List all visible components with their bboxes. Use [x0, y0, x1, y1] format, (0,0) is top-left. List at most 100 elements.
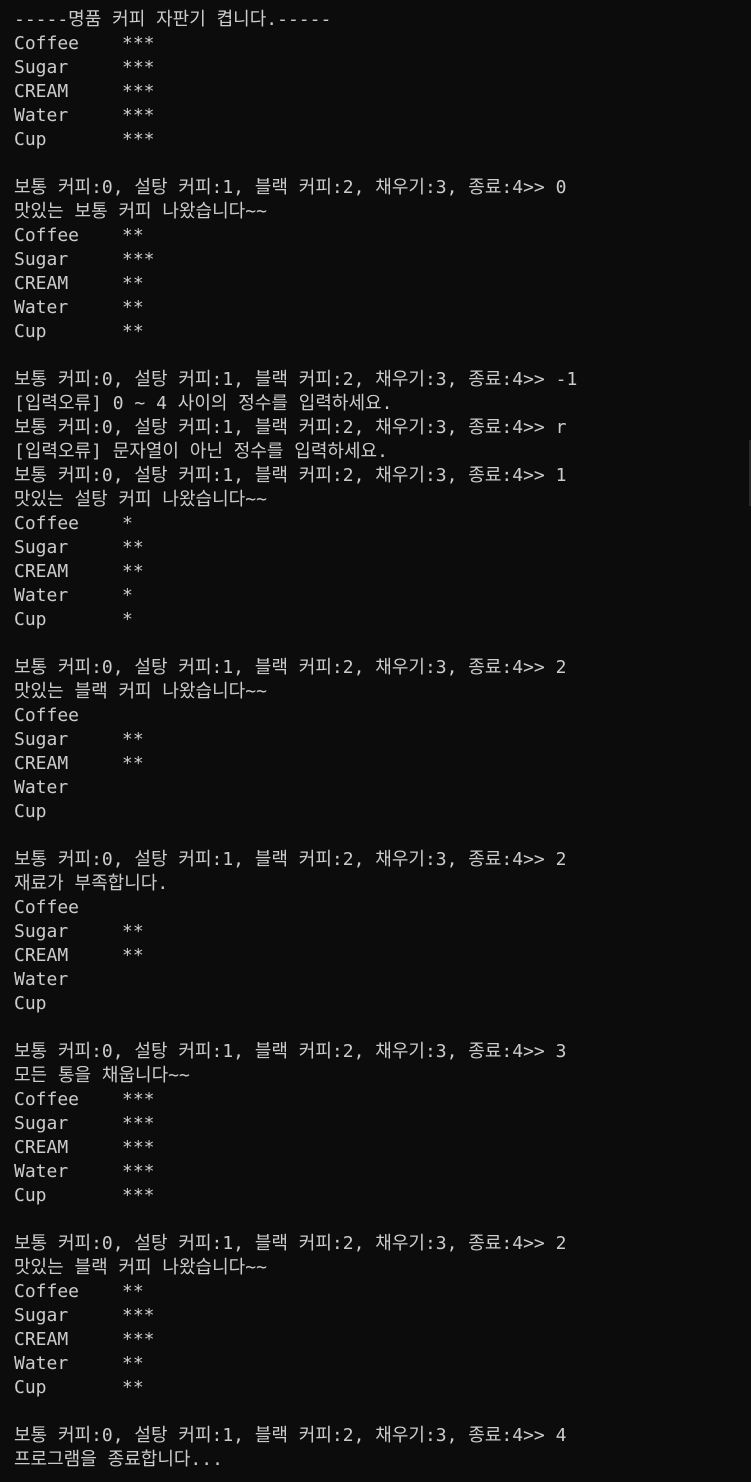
ingredient-name: Coffee	[14, 513, 80, 534]
status-row: CREAM ***	[14, 1328, 751, 1352]
ingredient-name: CREAM	[14, 561, 69, 582]
status-row: Sugar **	[14, 536, 751, 560]
ingredient-name: Cup	[14, 1377, 47, 1398]
console-line: 보통 커피:0, 설탕 커피:1, 블랙 커피:2, 채우기:3, 종료:4>>…	[14, 465, 567, 486]
ingredient-name: Cup	[14, 801, 47, 822]
status-row: Sugar ***	[14, 248, 751, 272]
ingredient-level: **	[122, 225, 144, 246]
ingredient-name: Water	[14, 1353, 69, 1374]
ingredient-level: *	[122, 513, 133, 534]
ingredient-name: CREAM	[14, 273, 69, 294]
status-row: Cup	[14, 992, 751, 1016]
console-line: [입력오류] 0 ~ 4 사이의 정수를 입력하세요.	[14, 393, 393, 414]
console-line: 보통 커피:0, 설탕 커피:1, 블랙 커피:2, 채우기:3, 종료:4>>…	[14, 369, 578, 390]
ingredient-level: ***	[122, 105, 155, 126]
console-line: 모든 통을 채웁니다~~	[14, 1065, 190, 1086]
ingredient-level: ***	[122, 1089, 155, 1110]
console-line: 재료가 부족합니다.	[14, 873, 169, 894]
status-row: Coffee **	[14, 224, 751, 248]
ingredient-name: Water	[14, 297, 69, 318]
console-line: 맛있는 설탕 커피 나왔습니다~~	[14, 489, 267, 510]
status-row: Coffee **	[14, 1280, 751, 1304]
ingredient-name: Coffee	[14, 225, 80, 246]
ingredient-name: Cup	[14, 609, 47, 630]
ingredient-level: **	[122, 945, 144, 966]
ingredient-name: Sugar	[14, 537, 69, 558]
ingredient-level: ***	[122, 57, 155, 78]
status-row: CREAM **	[14, 944, 751, 968]
ingredient-name: Coffee	[14, 33, 80, 54]
ingredient-name: Water	[14, 777, 69, 798]
console-line: 보통 커피:0, 설탕 커피:1, 블랙 커피:2, 채우기:3, 종료:4>>…	[14, 1425, 567, 1446]
console-line: 프로그램을 종료합니다...	[14, 1449, 223, 1470]
status-row: CREAM **	[14, 560, 751, 584]
ingredient-level: ***	[122, 1161, 155, 1182]
ingredient-level: **	[122, 321, 144, 342]
ingredient-level: ***	[122, 1113, 155, 1134]
status-row: Cup **	[14, 1376, 751, 1400]
status-row: Water ***	[14, 1160, 751, 1184]
status-row: Cup ***	[14, 128, 751, 152]
console-line: 맛있는 블랙 커피 나왔습니다~~	[14, 1257, 267, 1278]
status-row: Water *	[14, 584, 751, 608]
ingredient-level: ***	[122, 1329, 155, 1350]
ingredient-level: **	[122, 273, 144, 294]
ingredient-level: ***	[122, 1185, 155, 1206]
status-row: Cup	[14, 800, 751, 824]
console-line: 보통 커피:0, 설탕 커피:1, 블랙 커피:2, 채우기:3, 종료:4>>…	[14, 657, 567, 678]
status-row: Coffee ***	[14, 32, 751, 56]
console-line: 맛있는 블랙 커피 나왔습니다~~	[14, 681, 267, 702]
ingredient-level: *	[122, 609, 133, 630]
console-window[interactable]: -----명품 커피 자판기 켭니다.----- Coffee *** Sugar **…	[0, 0, 751, 1482]
ingredient-name: Coffee	[14, 1089, 80, 1110]
ingredient-name: CREAM	[14, 81, 69, 102]
console-line: 맛있는 보통 커피 나왔습니다~~	[14, 201, 267, 222]
status-row: Cup *	[14, 608, 751, 632]
status-row: Coffee	[14, 896, 751, 920]
status-row: CREAM **	[14, 272, 751, 296]
status-row: Cup ***	[14, 1184, 751, 1208]
status-row: Cup **	[14, 320, 751, 344]
ingredient-name: CREAM	[14, 753, 69, 774]
console-line: 보통 커피:0, 설탕 커피:1, 블랙 커피:2, 채우기:3, 종료:4>>…	[14, 417, 567, 438]
ingredient-name: Water	[14, 105, 69, 126]
status-row: CREAM ***	[14, 1136, 751, 1160]
ingredient-level: **	[122, 561, 144, 582]
ingredient-name: Cup	[14, 1185, 47, 1206]
ingredient-name: CREAM	[14, 1329, 69, 1350]
ingredient-level: ***	[122, 1137, 155, 1158]
console-line: 보통 커피:0, 설탕 커피:1, 블랙 커피:2, 채우기:3, 종료:4>>…	[14, 1233, 567, 1254]
status-row: Sugar ***	[14, 1304, 751, 1328]
status-row: CREAM **	[14, 752, 751, 776]
ingredient-name: Cup	[14, 321, 47, 342]
console-output: -----명품 커피 자판기 켭니다.----- Coffee *** Sugar **…	[14, 8, 751, 1472]
ingredient-name: Water	[14, 969, 69, 990]
ingredient-name: Cup	[14, 993, 47, 1014]
console-line: 보통 커피:0, 설탕 커피:1, 블랙 커피:2, 채우기:3, 종료:4>>…	[14, 849, 567, 870]
ingredient-level: **	[122, 1353, 144, 1374]
ingredient-level: **	[122, 1377, 144, 1398]
ingredient-name: Sugar	[14, 1305, 69, 1326]
ingredient-name: Water	[14, 585, 69, 606]
ingredient-name: CREAM	[14, 945, 69, 966]
ingredient-name: Coffee	[14, 705, 80, 726]
status-row: Water **	[14, 1352, 751, 1376]
console-line: [입력오류] 문자열이 아닌 정수를 입력하세요.	[14, 441, 388, 462]
ingredient-name: Sugar	[14, 249, 69, 270]
ingredient-name: Sugar	[14, 1113, 69, 1134]
status-row: Coffee *	[14, 512, 751, 536]
console-line: -----명품 커피 자판기 켭니다.-----	[14, 9, 332, 30]
ingredient-level: **	[122, 297, 144, 318]
ingredient-level: ***	[122, 249, 155, 270]
status-row: Coffee ***	[14, 1088, 751, 1112]
ingredient-name: CREAM	[14, 1137, 69, 1158]
status-row: Coffee	[14, 704, 751, 728]
ingredient-level: **	[122, 537, 144, 558]
ingredient-level: ***	[122, 81, 155, 102]
status-row: Sugar ***	[14, 56, 751, 80]
